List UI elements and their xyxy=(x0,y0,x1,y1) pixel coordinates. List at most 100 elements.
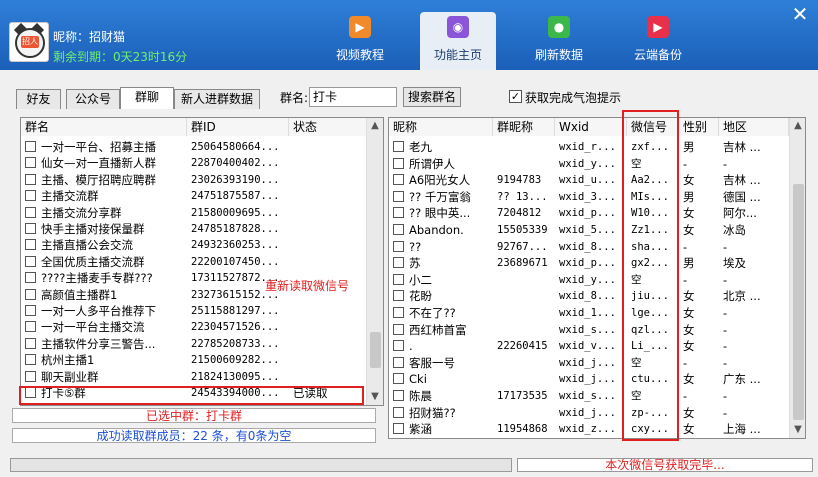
table-row[interactable]: 小二 wxid_y... 空 - - xyxy=(389,272,789,288)
row-checkbox[interactable] xyxy=(25,141,36,152)
selected-group-status: 已选中群：打卡群 xyxy=(12,408,376,423)
table-row[interactable]: 快手主播对接保量群 24785187828... xyxy=(21,221,366,237)
table-row[interactable]: 主播交流群 24751875587... xyxy=(21,188,366,204)
row-checkbox[interactable] xyxy=(25,173,36,185)
close-icon[interactable]: ✕ xyxy=(788,2,812,26)
row-checkbox[interactable] xyxy=(393,240,404,252)
row-checkbox[interactable] xyxy=(25,157,36,169)
wxid-cell: wxid_z... xyxy=(559,423,616,436)
column-header-nickname[interactable]: 昵称 xyxy=(389,118,493,136)
row-checkbox[interactable] xyxy=(25,190,36,202)
table-row[interactable]: Abandon. 15505339 wxid_5... Zz1... 女冰岛 xyxy=(389,222,789,238)
scroll-down-icon[interactable]: ▼ xyxy=(367,389,383,405)
table-row[interactable]: 一对一平台主播交流 22304571526... xyxy=(21,319,366,335)
row-checkbox[interactable] xyxy=(393,423,404,435)
row-checkbox[interactable] xyxy=(393,373,404,385)
row-checkbox[interactable] xyxy=(393,273,404,285)
row-checkbox[interactable] xyxy=(393,257,404,269)
column-header-group-nickname[interactable]: 群昵称 xyxy=(493,118,555,136)
table-row[interactable]: 所谓伊人 wxid_y... 空 - - xyxy=(389,156,789,172)
row-checkbox[interactable] xyxy=(393,406,404,418)
table-row[interactable]: 聊天副业群 21824130095... xyxy=(21,369,366,385)
row-checkbox[interactable] xyxy=(393,390,404,401)
table-row[interactable]: 一对一人多平台推荐下 25115881297... xyxy=(21,303,366,319)
table-row[interactable]: 西红柿首富 wxid_s... qzl... 女 - xyxy=(389,322,789,338)
table-row[interactable]: Cki wxid_j... ctu... 女广东 ... xyxy=(389,371,789,387)
table-row[interactable]: 一对一平台、招募主播 25064580664... xyxy=(21,139,366,155)
tab-official-accounts[interactable]: 公众号 xyxy=(66,89,120,109)
table-row[interactable]: 老九 wxid_r... zxf... 男吉林 ... xyxy=(389,139,789,155)
row-checkbox[interactable] xyxy=(393,141,404,152)
group-name-input[interactable]: 打卡 xyxy=(309,87,397,107)
nav-cloud-backup[interactable]: ▶ 云端备份 xyxy=(620,12,696,68)
row-checkbox[interactable] xyxy=(393,356,404,368)
member-list-scrollbar[interactable]: ▲ ▼ xyxy=(789,118,805,438)
table-row[interactable]: 招财猫?? wxid_j... zp-... 女 - xyxy=(389,405,789,421)
column-header-wxid[interactable]: Wxid xyxy=(555,118,627,136)
reread-wechat-id-hint[interactable]: 重新读取微信号 xyxy=(265,277,349,294)
tab-friends[interactable]: 好友 xyxy=(16,89,61,109)
row-checkbox[interactable] xyxy=(393,174,404,186)
table-row[interactable]: A6阳光女人 9194783 wxid_u... Aa2... 女吉林 ... xyxy=(389,172,789,188)
nav-video-tutorial[interactable]: ▶ 视频教程 xyxy=(322,12,398,68)
row-checkbox[interactable] xyxy=(393,207,404,219)
table-row[interactable]: 主播软件分享三警告... 22785208733... xyxy=(21,336,366,352)
table-row[interactable]: 主播交流分享群 21580009695... xyxy=(21,205,366,221)
scroll-up-icon[interactable]: ▲ xyxy=(367,118,383,134)
scroll-up-icon[interactable]: ▲ xyxy=(790,118,805,134)
nav-refresh-data[interactable]: ● 刷新数据 xyxy=(521,12,597,68)
row-checkbox[interactable] xyxy=(393,323,404,335)
row-checkbox[interactable] xyxy=(393,290,404,302)
table-row[interactable]: 全国优质主播交流群 22200107450... xyxy=(21,254,366,270)
table-row[interactable]: 主播、模厅招聘应聘群 23026393190... xyxy=(21,172,366,188)
row-checkbox[interactable] xyxy=(25,337,36,349)
nav-home[interactable]: ◉ 功能主页 xyxy=(420,12,496,70)
table-row[interactable]: 主播直播公会交流 24932360253... xyxy=(21,237,366,253)
group-name-cell: 主播交流群 xyxy=(25,188,185,204)
row-checkbox[interactable] xyxy=(25,370,36,382)
row-checkbox[interactable] xyxy=(25,206,36,218)
group-list-scrollbar[interactable]: ▲ ▼ xyxy=(366,118,383,405)
row-checkbox[interactable] xyxy=(25,223,36,234)
table-row[interactable]: 仙女—对一直播新人群 22870400402... xyxy=(21,155,366,171)
scroll-down-icon[interactable]: ▼ xyxy=(790,422,805,438)
tab-new-member-data[interactable]: 新人进群数据 xyxy=(174,89,260,109)
search-group-button[interactable]: 搜索群名 xyxy=(403,87,461,107)
table-row[interactable]: 客服一号 wxid_j... 空 - - xyxy=(389,355,789,371)
scroll-thumb[interactable] xyxy=(793,184,804,420)
table-row[interactable]: 不在了?? wxid_1... lge... 女 - xyxy=(389,305,789,321)
row-checkbox[interactable] xyxy=(25,305,36,316)
table-row[interactable]: ?? 眼中英... 7204812 wxid_p... W10... 女阿尔... xyxy=(389,205,789,221)
row-checkbox[interactable] xyxy=(25,272,36,284)
column-header-group-id[interactable]: 群ID xyxy=(187,118,289,136)
row-checkbox[interactable] xyxy=(25,239,36,251)
table-row[interactable]: . 22260415 wxid_v... Li_... 女 - xyxy=(389,338,789,354)
row-checkbox[interactable] xyxy=(25,354,36,366)
avatar[interactable]: 招人 xyxy=(9,22,49,62)
tab-group-chats[interactable]: 群聊 xyxy=(120,87,174,109)
row-checkbox[interactable] xyxy=(393,307,404,318)
row-checkbox[interactable] xyxy=(393,340,404,352)
region-cell: - xyxy=(723,322,728,337)
row-checkbox[interactable] xyxy=(25,255,36,267)
bubble-tip-checkbox[interactable]: ✓ xyxy=(509,90,522,103)
table-row[interactable]: 苏 23689671 wxid_p... gx2... 男埃及 xyxy=(389,255,789,271)
table-row[interactable]: 陈晨 17173535 wxid_s... 空 - - xyxy=(389,388,789,404)
table-row[interactable]: 花盼 wxid_8... jiu... 女北京 ... xyxy=(389,288,789,304)
region-cell: 吉林 ... xyxy=(723,140,761,154)
column-header-region[interactable]: 地区 xyxy=(719,118,789,136)
table-row[interactable]: 紫涵 11954868 wxid_z... cxy... 女上海 ... xyxy=(389,421,789,437)
scroll-thumb[interactable] xyxy=(370,332,381,368)
column-header-group-name[interactable]: 群名 xyxy=(21,118,187,136)
column-header-gender[interactable]: 性别 xyxy=(679,118,719,136)
table-row[interactable]: ?? 92767... wxid_8... sha... - - xyxy=(389,239,789,255)
row-checkbox[interactable] xyxy=(393,190,404,202)
column-header-status[interactable]: 状态 xyxy=(289,118,367,136)
row-checkbox[interactable] xyxy=(393,157,404,169)
group-name-text: 一对一平台、招募主播 xyxy=(41,140,156,154)
row-checkbox[interactable] xyxy=(25,288,36,300)
row-checkbox[interactable] xyxy=(25,321,36,333)
row-checkbox[interactable] xyxy=(393,224,404,235)
table-row[interactable]: ?? 千万富翁?? 13... wxid_3... MIs... 男德国 ... xyxy=(389,189,789,205)
table-row[interactable]: 杭州主播1 21500609282... xyxy=(21,352,366,368)
